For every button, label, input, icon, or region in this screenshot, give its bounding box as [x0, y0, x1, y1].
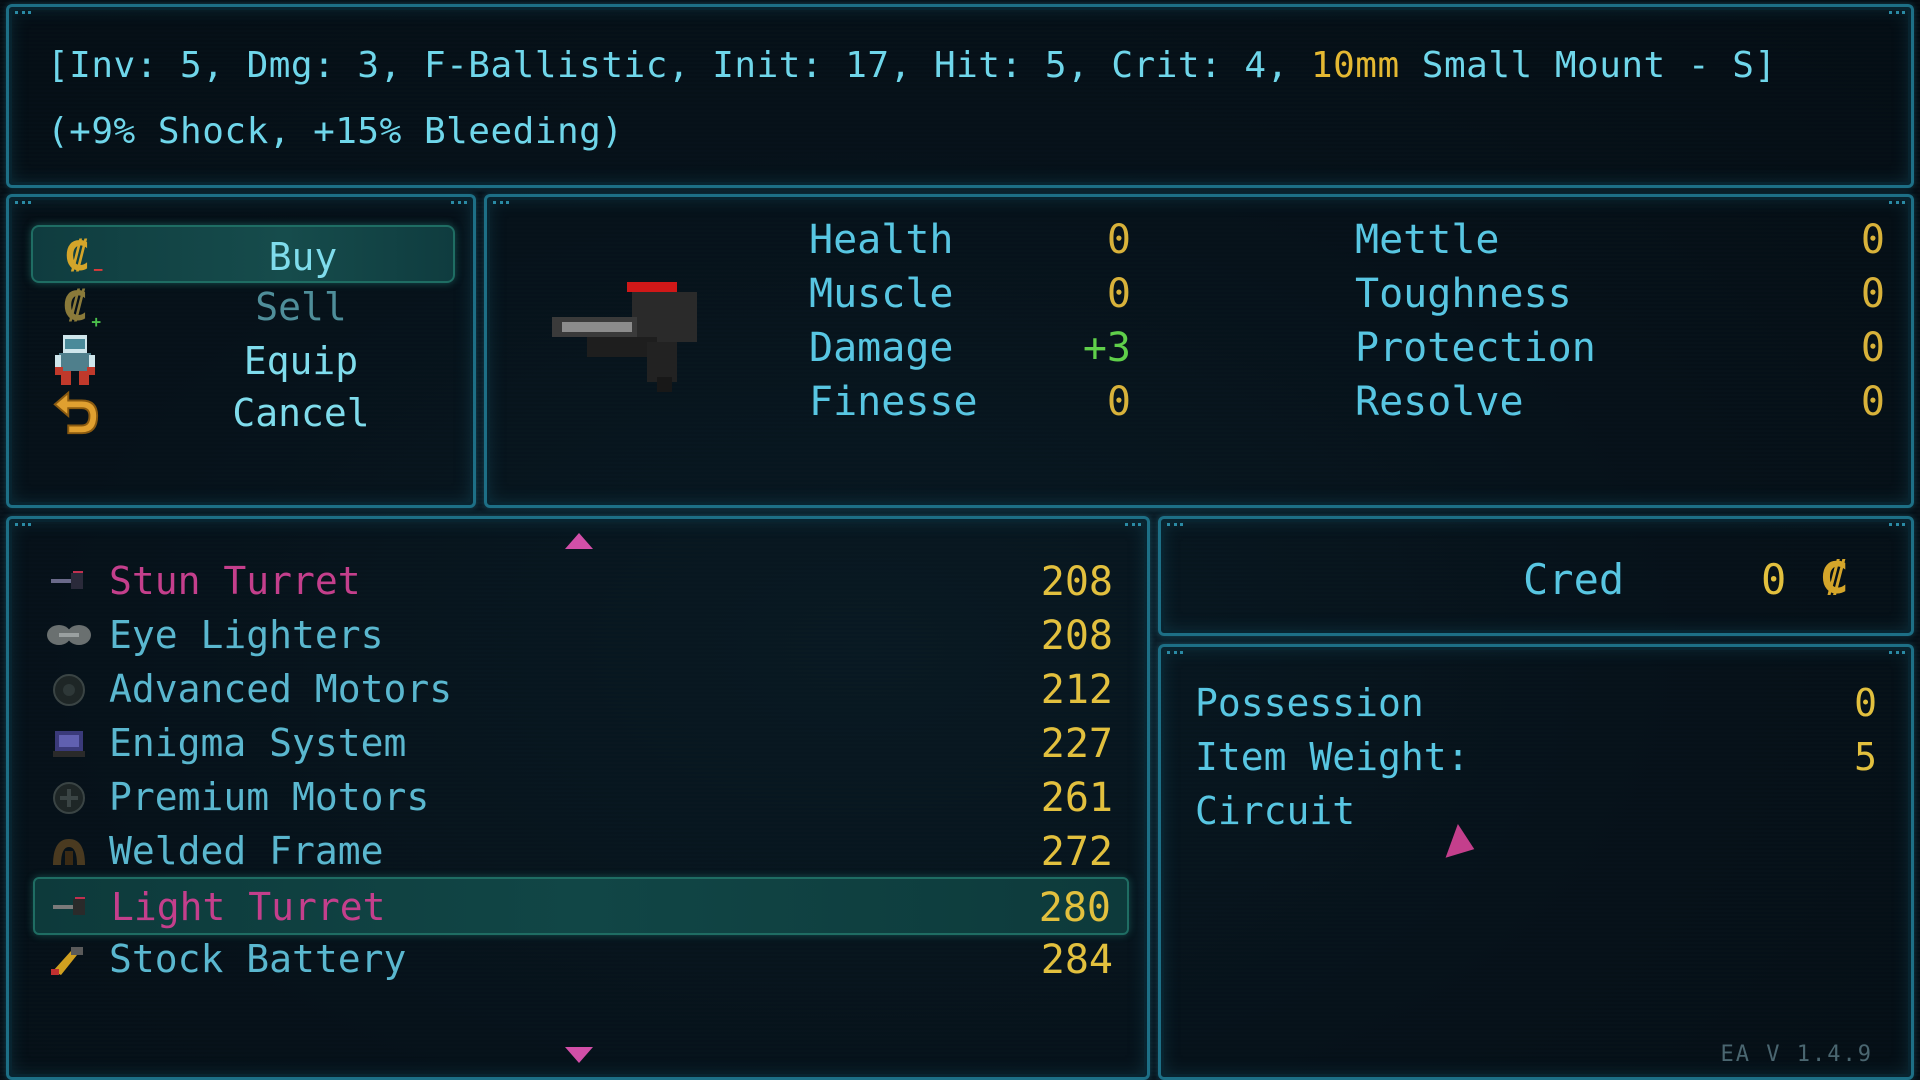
stat-toughness-label: Toughness [1355, 271, 1572, 317]
item-price: 208 [1040, 559, 1113, 605]
item-price: 227 [1040, 721, 1113, 767]
stats-suffix: Small Mount - S] [1399, 45, 1777, 86]
stat-protection-value: 0 [1860, 325, 1885, 371]
computer-icon [53, 731, 85, 757]
stat-health-label: Health [809, 217, 954, 263]
item-price: 261 [1040, 775, 1113, 821]
stat-health-value: 0 [1106, 217, 1131, 263]
item-effects-line: (+9% Shock, +15% Bleeding) [47, 111, 624, 152]
stat-mettle-label: Mettle [1355, 217, 1500, 263]
stat-damage-value: +3 [1082, 325, 1131, 371]
item-weight-label: Item Weight: [1195, 735, 1470, 779]
list-item[interactable]: Enigma System 227 [33, 715, 1129, 773]
cred-value: 0 [1761, 555, 1787, 604]
stat-finesse-label: Finesse [809, 379, 978, 425]
list-item[interactable]: Eye Lighters 208 [33, 607, 1129, 665]
item-name: Stun Turret [109, 559, 361, 603]
stat-damage-label: Damage [809, 325, 954, 371]
list-item[interactable]: Premium Motors 261 [33, 769, 1129, 827]
item-stats-line: [Inv: 5, Dmg: 3, F-Ballistic, Init: 17, … [47, 45, 1777, 86]
turret-icon [552, 282, 697, 392]
stat-mettle-value: 0 [1860, 217, 1885, 263]
equip-label: Equip [243, 339, 359, 383]
frame-icon [53, 839, 85, 865]
item-name: Welded Frame [109, 829, 384, 873]
mount-caliber: 10mm [1310, 45, 1400, 86]
list-item[interactable]: Light Turret 280 [33, 877, 1129, 935]
scroll-down-arrow-icon[interactable] [565, 1047, 593, 1063]
battery-icon [51, 947, 83, 975]
item-weight-value: 5 [1854, 735, 1877, 779]
sell-button[interactable]: ₡ + Sell [31, 277, 455, 335]
stat-resolve-value: 0 [1860, 379, 1885, 425]
item-price: 272 [1040, 829, 1113, 875]
item-name: Eye Lighters [109, 613, 384, 657]
list-item[interactable]: Stock Battery 284 [33, 931, 1129, 989]
cursor-pointer-icon [1445, 823, 1481, 867]
cred-label: Cred [1523, 555, 1625, 604]
item-description-panel: [Inv: 5, Dmg: 3, F-Ballistic, Init: 17, … [6, 4, 1914, 188]
stat-resolve-label: Resolve [1355, 379, 1524, 425]
turret-icon [53, 897, 85, 915]
motor-icon [53, 782, 85, 814]
cred-plus-icon: ₡ + [62, 284, 101, 331]
stat-toughness-value: 0 [1860, 271, 1885, 317]
item-name: Enigma System [109, 721, 407, 765]
item-price: 208 [1040, 613, 1113, 659]
item-name: Stock Battery [109, 937, 407, 981]
character-icon [49, 335, 101, 387]
cred-panel: Cred 0 ₡ [1158, 516, 1914, 636]
equip-button[interactable]: Equip [31, 331, 455, 389]
action-menu: ₡ − Buy ₡ + Sell Equip Cancel [6, 194, 476, 508]
turret-icon [51, 571, 83, 589]
buy-label: Buy [268, 235, 338, 279]
list-item[interactable]: Advanced Motors 212 [33, 661, 1129, 719]
item-name: Light Turret [111, 885, 386, 929]
stat-muscle-label: Muscle [809, 271, 954, 317]
stats-prefix: [Inv: 5, Dmg: 3, F-Ballistic, Init: 17, … [47, 45, 1311, 86]
shop-item-list: Stun Turret 208 Eye Lighters 208 Advance… [6, 516, 1150, 1080]
item-name: Advanced Motors [109, 667, 453, 711]
buy-button[interactable]: ₡ − Buy [31, 225, 455, 283]
stat-protection-label: Protection [1355, 325, 1596, 371]
cancel-label: Cancel [232, 391, 370, 435]
list-item[interactable]: Welded Frame 272 [33, 823, 1129, 881]
list-item[interactable]: Stun Turret 208 [33, 553, 1129, 611]
item-preview-image [547, 277, 717, 401]
circuit-label: Circuit [1195, 789, 1356, 833]
sell-label: Sell [255, 285, 347, 329]
possession-label: Possession [1195, 681, 1424, 725]
item-info-panel: Possession 0 Item Weight: 5 Circuit EA V… [1158, 644, 1914, 1080]
stat-finesse-value: 0 [1106, 379, 1131, 425]
return-arrow-icon [49, 387, 101, 439]
version-label: EA V 1.4.9 [1720, 1042, 1873, 1067]
cred-minus-icon: ₡ − [64, 234, 103, 280]
possession-value: 0 [1854, 681, 1877, 725]
stat-muscle-value: 0 [1106, 271, 1131, 317]
cred-coin-icon: ₡ [1821, 553, 1848, 604]
item-price: 284 [1040, 937, 1113, 983]
item-name: Premium Motors [109, 775, 430, 819]
item-price: 280 [1038, 885, 1111, 931]
scroll-up-arrow-icon[interactable] [565, 533, 593, 549]
item-price: 212 [1040, 667, 1113, 713]
goggles-icon [47, 625, 91, 645]
stats-panel: Health 0 Muscle 0 Damage +3 Finesse 0 Me… [484, 194, 1914, 508]
cancel-button[interactable]: Cancel [31, 383, 455, 441]
motor-icon [53, 674, 85, 706]
